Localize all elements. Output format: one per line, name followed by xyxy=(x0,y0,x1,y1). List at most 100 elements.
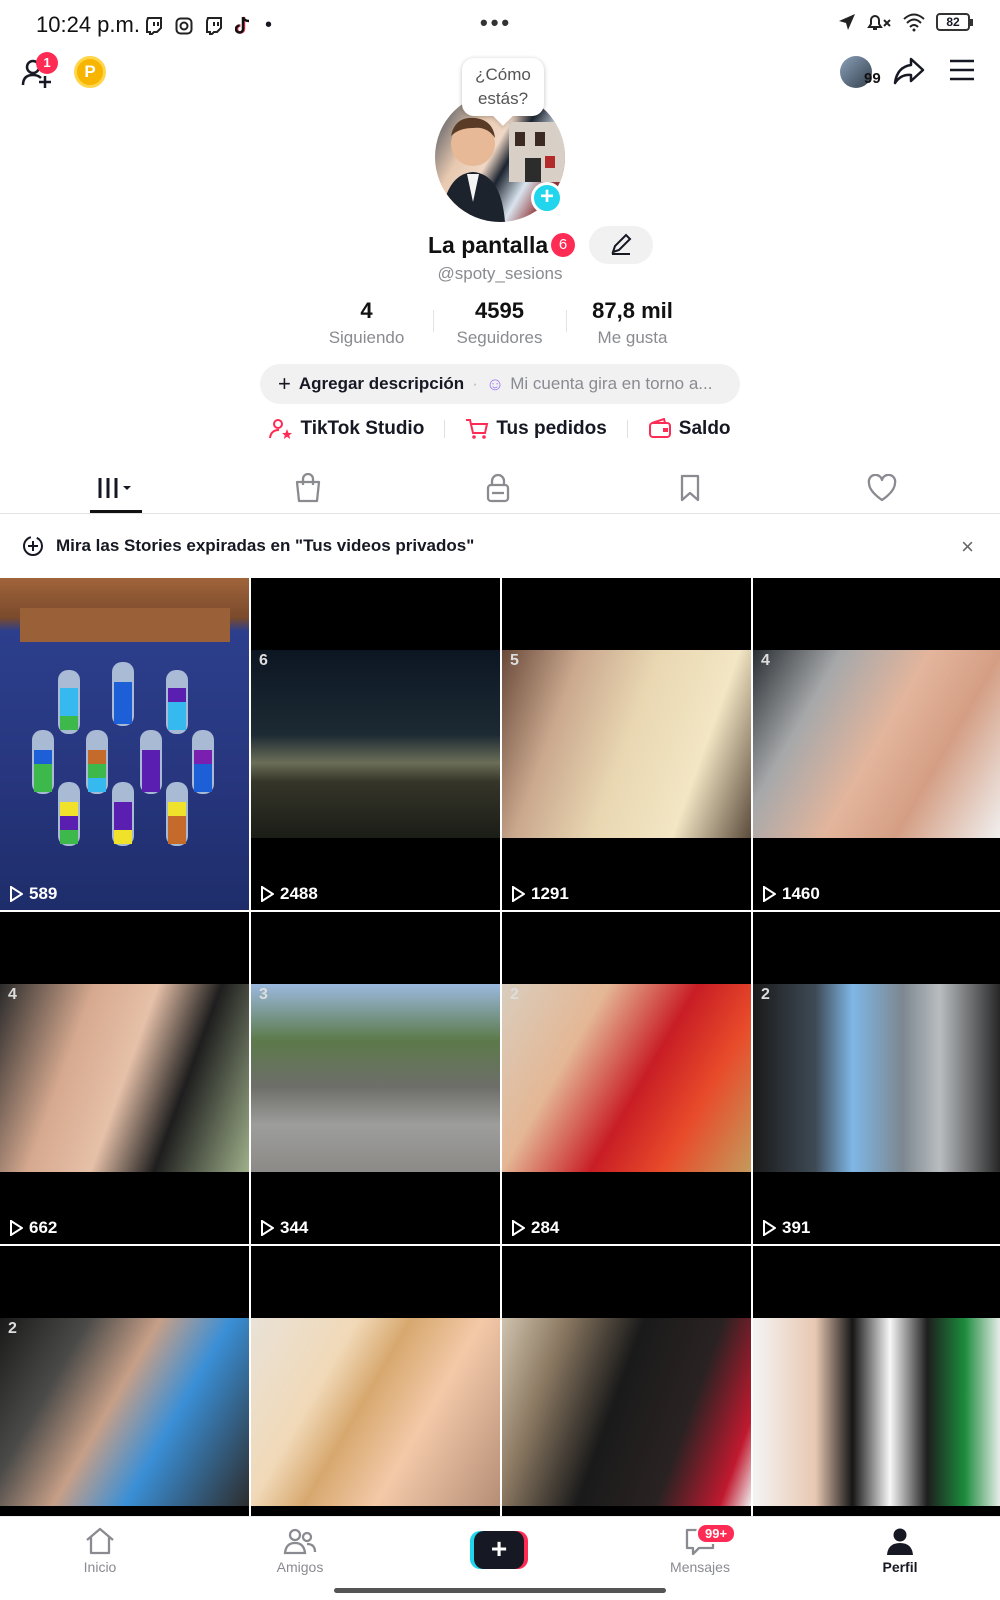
video-grid: 589 6 2488 5 1291 4 1460 4 662 3 344 2 2… xyxy=(0,578,1000,1578)
story-count: 2 xyxy=(8,1320,17,1337)
video-thumbnail[interactable]: 2 391 xyxy=(753,912,1000,1244)
video-thumbnail[interactable]: 3 344 xyxy=(251,912,500,1244)
balance-link[interactable]: Saldo xyxy=(648,418,731,440)
play-icon xyxy=(261,1220,274,1236)
views-count: 589 xyxy=(9,884,57,904)
stat-value: 4595 xyxy=(475,298,524,323)
tab-shop[interactable] xyxy=(278,468,338,508)
username: @spoty_sesions xyxy=(437,264,563,283)
stat-label: Me gusta xyxy=(597,328,668,347)
views-value: 391 xyxy=(782,1218,811,1237)
home-icon xyxy=(86,1527,114,1555)
tab-private[interactable] xyxy=(468,468,528,508)
muted-bell-icon xyxy=(867,15,891,30)
views-value: 662 xyxy=(29,1218,58,1237)
status-bubble[interactable]: ¿Cómo estás? xyxy=(462,58,544,116)
video-thumbnail[interactable]: 589 xyxy=(0,578,249,910)
followers-stat[interactable]: 4595 Seguidores xyxy=(433,298,566,348)
views-value: 1460 xyxy=(782,884,820,903)
play-icon xyxy=(10,886,23,902)
tiktok-studio-link[interactable]: TikTok Studio xyxy=(269,418,424,440)
bookmark-icon xyxy=(680,474,700,502)
video-preview xyxy=(0,578,249,910)
multiwindow-dots-icon[interactable]: ••• xyxy=(480,10,512,36)
views-value: 284 xyxy=(531,1218,560,1237)
tab-saved[interactable] xyxy=(660,468,720,508)
views-count: 284 xyxy=(511,1218,559,1238)
video-preview xyxy=(0,1318,249,1506)
description-hint: Mi cuenta gira en torno a... xyxy=(510,374,713,393)
separator-dot: · xyxy=(472,374,478,393)
views-value: 1291 xyxy=(531,884,569,903)
nav-profile[interactable]: Perfil xyxy=(850,1523,950,1575)
videos-grid-icon xyxy=(98,478,131,498)
play-icon xyxy=(763,1220,776,1236)
share-button[interactable] xyxy=(892,54,926,93)
clock: 10:24 p.m. xyxy=(36,12,140,37)
nav-label: Perfil xyxy=(882,1559,918,1575)
video-preview xyxy=(0,984,249,1172)
story-count: 4 xyxy=(8,986,17,1003)
create-button[interactable]: + xyxy=(470,1531,528,1569)
likes-stat[interactable]: 87,8 mil Me gusta xyxy=(566,298,699,348)
stat-value: 4 xyxy=(360,298,373,323)
add-friends-button[interactable]: 1 xyxy=(20,52,58,95)
profile-stats: 4 Siguiendo 4595 Seguidores 87,8 mil Me … xyxy=(300,298,700,348)
profile-name-row: La pantalla 6 xyxy=(0,226,1000,266)
video-thumbnail[interactable]: 5 1291 xyxy=(502,578,751,910)
twitch-icon xyxy=(206,16,222,35)
quick-link-label: TikTok Studio xyxy=(300,418,425,439)
location-icon xyxy=(839,14,855,30)
video-preview xyxy=(251,1318,500,1506)
tab-videos[interactable] xyxy=(86,468,146,508)
instagram-icon xyxy=(175,17,193,34)
quick-link-label: Tus pedidos xyxy=(496,418,607,439)
views-count: 1291 xyxy=(511,884,569,904)
views-value: 589 xyxy=(29,884,58,903)
home-indicator[interactable] xyxy=(334,1588,666,1593)
close-icon[interactable]: × xyxy=(961,534,974,560)
video-preview xyxy=(502,650,751,838)
content-tabs xyxy=(0,462,1000,514)
stat-value: 87,8 mil xyxy=(592,298,673,323)
views-count: 662 xyxy=(9,1218,57,1238)
following-stat[interactable]: 4 Siguiendo xyxy=(300,298,433,348)
edit-profile-button[interactable] xyxy=(589,226,653,264)
profile-name: La pantalla xyxy=(428,232,549,258)
nav-friends[interactable]: Amigos xyxy=(250,1523,350,1575)
orders-link[interactable]: Tus pedidos xyxy=(465,418,607,440)
tiktok-icon xyxy=(235,16,250,34)
video-thumbnail[interactable]: 2 284 xyxy=(502,912,751,1244)
nav-home[interactable]: Inicio xyxy=(50,1523,150,1575)
add-description-button[interactable]: + Agregar descripción · ☺ Mi cuenta gira… xyxy=(260,364,740,404)
stories-banner[interactable]: Mira las Stories expiradas en "Tus video… xyxy=(0,514,1000,578)
views-value: 2488 xyxy=(280,884,318,903)
add-story-button[interactable]: + xyxy=(531,182,563,214)
stories-count: 99 xyxy=(864,70,881,87)
heart-icon xyxy=(867,474,897,502)
cart-icon xyxy=(466,419,489,439)
share-icon xyxy=(893,57,925,85)
story-count: 3 xyxy=(259,986,268,1003)
views-count: 2488 xyxy=(260,884,318,904)
stat-label: Seguidores xyxy=(456,328,543,347)
video-preview xyxy=(502,1318,751,1506)
plus-icon: + xyxy=(278,371,291,396)
tab-liked[interactable] xyxy=(852,468,912,508)
stories-button[interactable]: 99 xyxy=(840,56,881,88)
video-thumbnail[interactable]: 4 662 xyxy=(0,912,249,1244)
story-count: 5 xyxy=(510,652,519,669)
views-value: 344 xyxy=(280,1218,309,1237)
video-preview xyxy=(251,650,500,838)
video-preview xyxy=(753,1318,1000,1506)
menu-button[interactable] xyxy=(948,58,976,87)
video-preview xyxy=(251,984,500,1172)
quick-links: TikTok Studio Tus pedidos Saldo xyxy=(0,418,1000,440)
lock-icon xyxy=(486,473,510,503)
studio-icon xyxy=(269,419,293,439)
hamburger-menu-icon xyxy=(950,59,974,81)
coins-button[interactable]: P xyxy=(74,56,106,88)
battery-icon: 82 xyxy=(936,13,973,31)
video-thumbnail[interactable]: 4 1460 xyxy=(753,578,1000,910)
video-thumbnail[interactable]: 6 2488 xyxy=(251,578,500,910)
